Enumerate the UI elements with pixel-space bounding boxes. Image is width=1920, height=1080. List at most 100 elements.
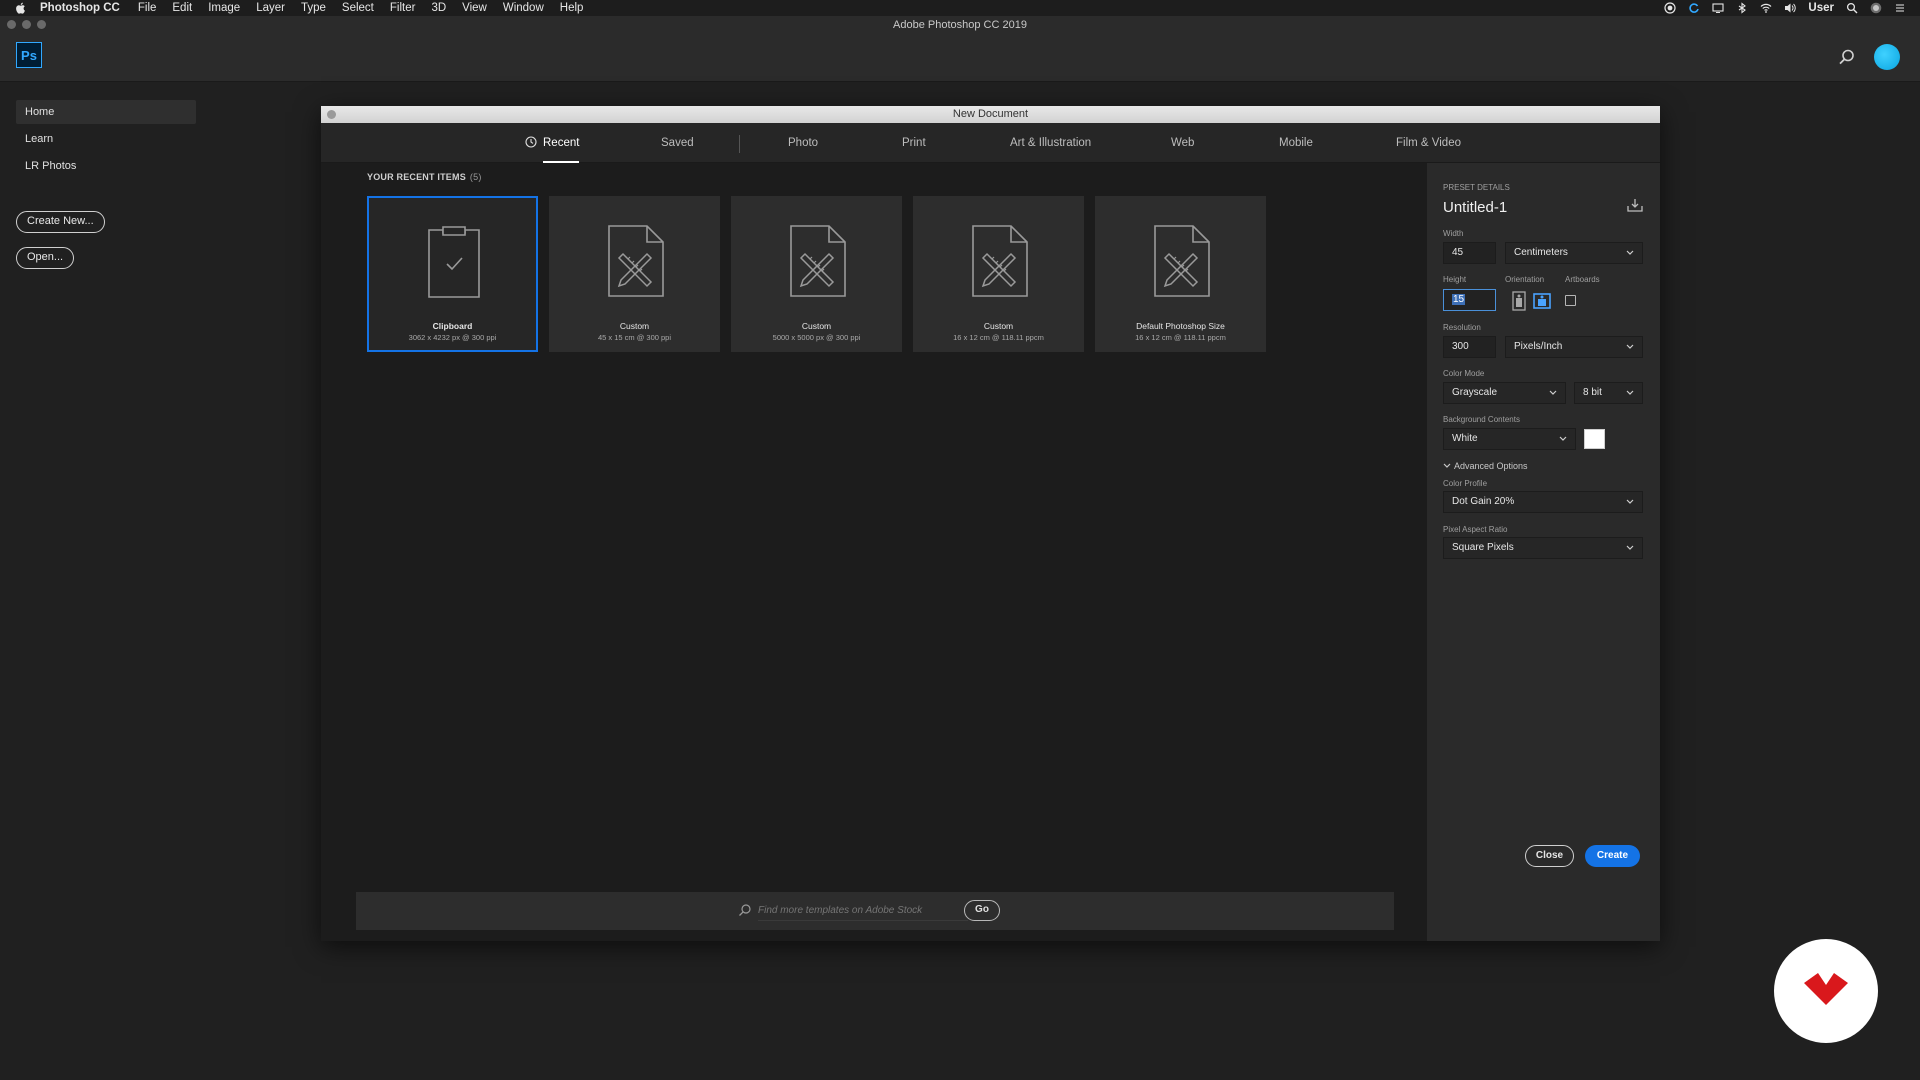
- go-button[interactable]: Go: [964, 900, 1000, 921]
- search-icon[interactable]: [1838, 48, 1856, 66]
- resolution-input[interactable]: 300: [1443, 336, 1496, 358]
- artboards-label: Artboards: [1565, 275, 1600, 284]
- resolution-unit-select[interactable]: Pixels/Inch: [1505, 336, 1643, 358]
- custom-doc-icon: [608, 225, 664, 297]
- menu-image[interactable]: Image: [208, 2, 240, 14]
- width-unit-value: Centimeters: [1514, 247, 1568, 258]
- menu-type[interactable]: Type: [301, 2, 326, 14]
- height-input[interactable]: 15: [1443, 289, 1496, 311]
- menu-app-name[interactable]: Photoshop CC: [40, 2, 120, 14]
- custom-doc-icon: [790, 225, 846, 297]
- pixel-aspect-ratio-value: Square Pixels: [1452, 542, 1514, 553]
- menu-filter[interactable]: Filter: [390, 2, 416, 14]
- close-button[interactable]: Close: [1525, 845, 1574, 867]
- artboards-checkbox[interactable]: [1565, 295, 1576, 306]
- menu-3d[interactable]: 3D: [431, 2, 446, 14]
- background-contents-select[interactable]: White: [1443, 428, 1576, 450]
- landscape-orientation-icon[interactable]: [1533, 291, 1551, 311]
- clock-icon: [525, 136, 537, 148]
- tab-recent[interactable]: Recent: [525, 123, 580, 163]
- width-label: Width: [1443, 229, 1464, 238]
- menu-file[interactable]: File: [138, 2, 157, 14]
- recent-item-details: 16 x 12 cm @ 118.11 ppcm: [1135, 333, 1226, 342]
- search-icon: [739, 904, 751, 916]
- create-new-button[interactable]: Create New...: [16, 211, 105, 233]
- document-name[interactable]: Untitled-1: [1443, 199, 1507, 216]
- open-button[interactable]: Open...: [16, 247, 75, 269]
- chevron-down-icon: [1626, 250, 1634, 255]
- sync-icon[interactable]: [1688, 2, 1700, 14]
- sidebar-item-home[interactable]: Home: [16, 100, 196, 124]
- notification-center-icon[interactable]: [1894, 2, 1906, 14]
- volume-icon[interactable]: [1784, 2, 1797, 14]
- menubar-user[interactable]: User: [1808, 2, 1834, 14]
- color-mode-value: Grayscale: [1452, 387, 1498, 398]
- menu-help[interactable]: Help: [560, 2, 584, 14]
- color-mode-label: Color Mode: [1443, 369, 1485, 378]
- width-input[interactable]: 45: [1443, 242, 1496, 264]
- watermark-logo: [1774, 939, 1878, 1043]
- custom-doc-icon: [1154, 225, 1210, 297]
- chevron-down-icon: [1443, 463, 1451, 468]
- tab-film-video[interactable]: Film & Video: [1396, 123, 1461, 163]
- custom-doc-icon: [972, 225, 1028, 297]
- app-header: Ps: [0, 34, 1920, 82]
- dialog-close-dot[interactable]: [327, 110, 336, 119]
- dialog-title: New Document: [321, 106, 1660, 123]
- tab-print[interactable]: Print: [902, 123, 926, 163]
- user-avatar[interactable]: [1874, 44, 1900, 70]
- menu-view[interactable]: View: [462, 2, 487, 14]
- recent-items-title: YOUR RECENT ITEMS: [367, 172, 466, 182]
- tab-photo[interactable]: Photo: [788, 123, 818, 163]
- sidebar-item-lr-photos[interactable]: LR Photos: [16, 154, 196, 178]
- create-button[interactable]: Create: [1585, 845, 1640, 867]
- preset-tabs: Recent Saved Photo Print Art & Illustrat…: [321, 123, 1660, 163]
- recent-item-name: Custom: [801, 321, 832, 331]
- sidebar-item-learn[interactable]: Learn: [16, 127, 196, 151]
- bluetooth-icon[interactable]: [1736, 2, 1748, 14]
- display-icon[interactable]: [1712, 2, 1724, 14]
- wifi-icon[interactable]: [1760, 2, 1772, 14]
- recent-item-custom[interactable]: Custom 16 x 12 cm @ 118.11 ppcm: [913, 196, 1084, 352]
- save-preset-icon[interactable]: [1627, 198, 1643, 212]
- menu-layer[interactable]: Layer: [256, 2, 285, 14]
- spotlight-search-icon[interactable]: [1846, 2, 1858, 14]
- stock-search-input[interactable]: [758, 901, 968, 921]
- recent-item-custom[interactable]: Custom 5000 x 5000 px @ 300 ppi: [731, 196, 902, 352]
- apple-menu-icon[interactable]: [14, 1, 28, 15]
- record-icon[interactable]: [1664, 2, 1677, 14]
- portrait-orientation-icon[interactable]: [1510, 291, 1528, 311]
- tab-saved[interactable]: Saved: [661, 123, 694, 163]
- recent-item-custom[interactable]: Custom 45 x 15 cm @ 300 ppi: [549, 196, 720, 352]
- menu-window[interactable]: Window: [503, 2, 544, 14]
- bit-depth-select[interactable]: 8 bit: [1574, 382, 1643, 404]
- recent-item-default-photoshop-size[interactable]: Default Photoshop Size 16 x 12 cm @ 118.…: [1095, 196, 1266, 352]
- recent-items-heading: YOUR RECENT ITEMS (5): [367, 172, 482, 182]
- menu-edit[interactable]: Edit: [172, 2, 192, 14]
- background-color-swatch[interactable]: [1584, 429, 1605, 449]
- recent-item-name: Default Photoshop Size: [1136, 321, 1225, 331]
- color-profile-select[interactable]: Dot Gain 20%: [1443, 491, 1643, 513]
- tab-mobile[interactable]: Mobile: [1279, 123, 1313, 163]
- height-label: Height: [1443, 275, 1467, 284]
- recent-item-clipboard[interactable]: Clipboard 3062 x 4232 px @ 300 ppi: [367, 196, 538, 352]
- tab-art-illustration[interactable]: Art & Illustration: [1010, 123, 1091, 163]
- adobe-stock-search-bar: Go: [356, 892, 1394, 930]
- resolution-label: Resolution: [1443, 323, 1481, 332]
- width-unit-select[interactable]: Centimeters: [1505, 242, 1643, 264]
- preset-details-panel: PRESET DETAILS Untitled-1 Width 45 Centi…: [1427, 163, 1660, 941]
- advanced-options-toggle[interactable]: Advanced Options: [1443, 461, 1528, 471]
- active-tab-underline: [543, 161, 580, 163]
- new-document-dialog: New Document Recent Saved Photo Print Ar…: [321, 106, 1660, 941]
- window-titlebar: Adobe Photoshop CC 2019: [0, 16, 1920, 34]
- tab-web[interactable]: Web: [1171, 123, 1194, 163]
- siri-icon[interactable]: [1870, 2, 1882, 14]
- recent-item-details: 3062 x 4232 px @ 300 ppi: [408, 333, 497, 342]
- menu-select[interactable]: Select: [342, 2, 374, 14]
- recent-item-name: Custom: [983, 321, 1014, 331]
- background-contents-value: White: [1452, 433, 1478, 444]
- recent-item-name: Clipboard: [432, 321, 473, 331]
- color-mode-select[interactable]: Grayscale: [1443, 382, 1566, 404]
- pixel-aspect-ratio-select[interactable]: Square Pixels: [1443, 537, 1643, 559]
- chevron-down-icon: [1626, 499, 1634, 504]
